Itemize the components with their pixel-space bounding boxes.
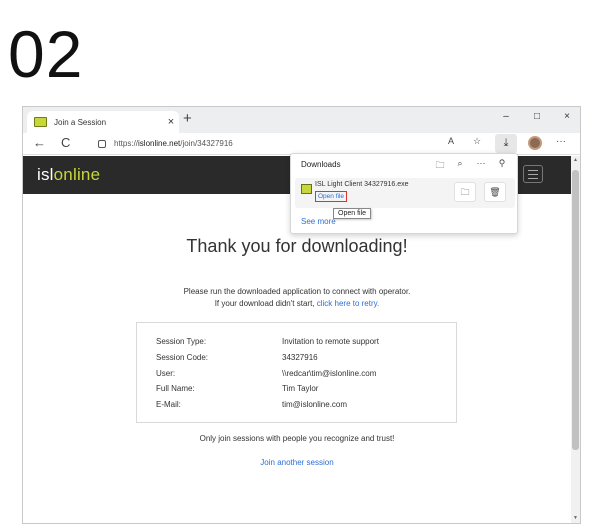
scroll-up-icon[interactable]: ▲ (571, 157, 580, 163)
open-file-tooltip: Open file (333, 208, 372, 219)
retry-text: If your download didn't start, click her… (214, 299, 380, 308)
islonline-logo[interactable]: islonline (37, 165, 100, 185)
scroll-down-icon[interactable]: ▼ (571, 515, 580, 521)
step-number: 02 (8, 17, 84, 91)
tab-title: Join a Session (54, 117, 107, 127)
downloads-panel: Downloads 🗀 ⌕ ··· ⚲ ISL Light Client 343… (290, 153, 518, 234)
address-toolbar: ← C https://islonline.net/join/34327916 … (23, 133, 580, 155)
join-another-session-link[interactable]: Join another session (23, 458, 571, 467)
favorites-icon[interactable]: ☆ (467, 136, 487, 147)
close-window-button[interactable]: × (554, 111, 580, 122)
more-options-button[interactable]: ··· (556, 136, 566, 147)
download-file-name: ISL Light Client 34327916.exe (315, 181, 409, 188)
reload-button[interactable]: C (61, 135, 70, 150)
tab-strip: Join a Session × + – □ × (23, 107, 580, 133)
session-type-row: Session Type: Invitation to remote suppo… (156, 337, 379, 346)
see-more-link[interactable]: See more (301, 217, 336, 226)
more-icon[interactable]: ··· (474, 158, 488, 168)
open-folder-icon[interactable]: 🗀 (433, 158, 447, 174)
tab-join-session[interactable]: Join a Session × (27, 111, 179, 133)
tab-close-icon[interactable]: × (163, 116, 179, 128)
email-row: E-Mail: tim@islonline.com (156, 400, 348, 409)
downloads-button[interactable]: ⤓ (495, 134, 517, 153)
show-in-folder-icon[interactable]: 🗀 (454, 182, 476, 202)
retry-link[interactable]: click here to retry. (317, 299, 380, 308)
back-button[interactable]: ← (33, 135, 46, 150)
delete-icon[interactable]: 🗑 (484, 182, 506, 202)
minimize-button[interactable]: – (493, 111, 519, 122)
downloads-title: Downloads (301, 160, 341, 169)
new-tab-button[interactable]: + (183, 110, 192, 127)
profile-avatar[interactable] (528, 136, 542, 150)
trust-warning: Only join sessions with people you recog… (199, 434, 395, 443)
instruction-text: Please run the downloaded application to… (183, 287, 411, 296)
monitor-icon (34, 117, 47, 127)
full-name-row: Full Name: Tim Taylor (156, 384, 319, 393)
address-bar[interactable]: https://islonline.net/join/34327916 (90, 135, 460, 152)
session-info-card: Session Type: Invitation to remote suppo… (136, 322, 457, 423)
page-scrollbar[interactable]: ▲ ▼ (571, 156, 580, 523)
user-row: User: \\redcar\tim@islonline.com (156, 369, 377, 378)
lock-icon[interactable] (98, 139, 106, 148)
maximize-button[interactable]: □ (524, 111, 550, 122)
session-code-row: Session Code: 34327916 (156, 353, 318, 362)
pin-icon[interactable]: ⚲ (495, 158, 509, 169)
page-title: Thank you for downloading! (186, 236, 408, 256)
url-text: https://islonline.net/join/34327916 (114, 139, 233, 148)
open-file-link[interactable]: Open file (315, 191, 348, 202)
scroll-thumb[interactable] (572, 170, 579, 450)
search-icon[interactable]: ⌕ (453, 158, 467, 169)
menu-icon[interactable] (523, 165, 543, 183)
file-icon (301, 184, 312, 194)
read-aloud-icon[interactable]: A (441, 136, 461, 146)
